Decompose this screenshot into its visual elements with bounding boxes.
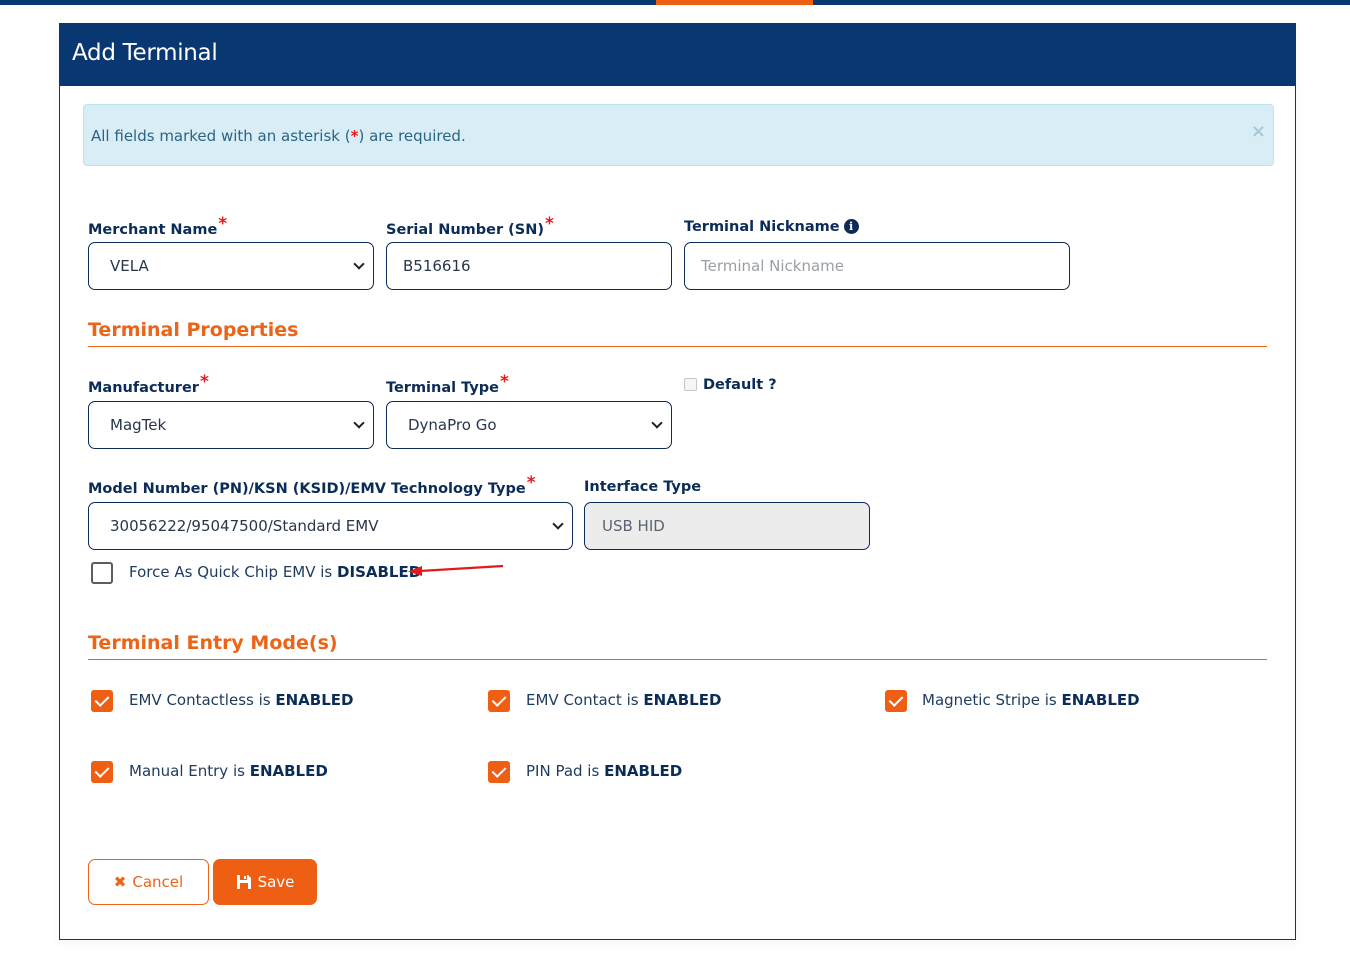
terminal-properties-heading: Terminal Properties [88,319,299,341]
add-terminal-panel: Add Terminal All fields marked with an a… [59,23,1296,940]
magnetic-stripe-checkbox[interactable] [885,690,907,712]
manual-entry-label: Manual Entry is ENABLED [129,762,328,780]
default-label: Default ? [703,377,777,393]
section-divider [88,659,1267,660]
pin-pad-label: PIN Pad is ENABLED [526,762,683,780]
page-title: Add Terminal [72,40,218,66]
manufacturer-select[interactable]: MagTek [88,401,374,449]
save-button[interactable]: Save [213,859,317,905]
emv-contact-checkbox[interactable] [488,690,510,712]
close-icon: ✖ [113,873,127,891]
required-fields-alert: All fields marked with an asterisk (*) a… [83,104,1274,166]
chevron-down-icon [353,258,365,270]
interface-type-input: USB HID [584,502,870,550]
serial-number-label: Serial Number (SN)* [386,214,554,238]
force-quick-chip-checkbox[interactable] [91,562,113,584]
terminal-type-select[interactable]: DynaPro Go [386,401,672,449]
required-asterisk: * [500,372,509,392]
required-asterisk: * [199,372,209,392]
terminal-nickname-placeholder: Terminal Nickname [701,257,845,275]
info-icon[interactable]: i [843,219,859,234]
emv-contact-label: EMV Contact is ENABLED [526,691,722,709]
terminal-entry-modes-heading: Terminal Entry Mode(s) [88,632,338,654]
terminal-nickname-label: Terminal Nickname i [684,219,859,235]
force-quick-chip-label: Force As Quick Chip EMV is DISABLED [129,563,422,581]
chevron-down-icon [552,518,564,530]
required-asterisk: * [526,473,536,493]
chevron-down-icon [651,417,663,429]
default-checkbox[interactable] [684,378,697,391]
section-divider [88,346,1267,347]
pin-pad-checkbox[interactable] [488,761,510,783]
merchant-name-select[interactable]: VELA [88,242,374,290]
model-number-label: Model Number (PN)/KSN (KSID)/EMV Technol… [88,473,536,497]
floppy-disk-icon [236,874,252,890]
terminal-nickname-input[interactable]: Terminal Nickname [684,242,1070,290]
serial-number-input[interactable]: B516616 [386,242,672,290]
required-asterisk: * [545,214,554,234]
terminal-type-label: Terminal Type* [386,372,509,396]
required-asterisk: * [218,214,228,234]
annotation-arrow-icon [408,564,504,576]
chevron-down-icon [353,417,365,429]
active-nav-indicator [656,0,813,5]
close-icon[interactable]: × [1251,123,1266,141]
emv-contactless-label: EMV Contactless is ENABLED [129,691,354,709]
interface-type-label: Interface Type [584,479,702,495]
manufacturer-label: Manufacturer* [88,372,209,396]
alert-message: All fields marked with an asterisk (*) a… [91,127,466,145]
panel-header: Add Terminal [60,24,1295,86]
emv-contactless-checkbox[interactable] [91,690,113,712]
model-number-select[interactable]: 30056222/95047500/Standard EMV [88,502,573,550]
magnetic-stripe-label: Magnetic Stripe is ENABLED [922,691,1140,709]
merchant-name-label: Merchant Name* [88,214,228,238]
manual-entry-checkbox[interactable] [91,761,113,783]
cancel-button[interactable]: ✖ Cancel [88,859,209,905]
